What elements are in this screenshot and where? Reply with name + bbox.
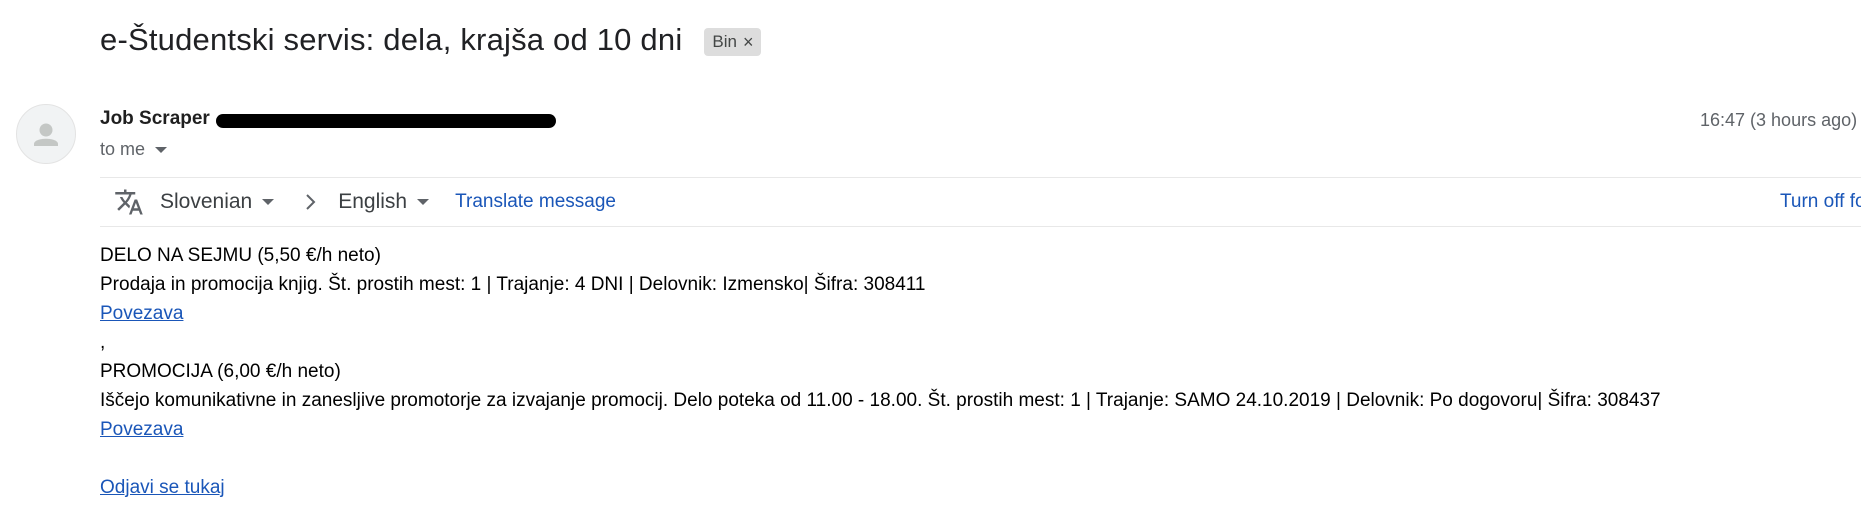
dropdown-caret-icon: [262, 199, 275, 205]
email-body: DELO NA SEJMU (5,50 €/h neto) Prodaja in…: [100, 241, 1661, 502]
person-avatar-icon: [34, 123, 58, 146]
timestamp: 16:47 (3 hours ago): [1700, 110, 1858, 130]
label-chip-bin[interactable]: Bin ×: [704, 28, 761, 56]
recipient-details-dropdown-icon[interactable]: [155, 146, 168, 153]
job2-details: Iščejo komunikativne in zanesljive promo…: [100, 390, 1661, 411]
job2-link[interactable]: Povezava: [100, 419, 183, 440]
target-language-select[interactable]: English: [338, 190, 430, 214]
translate-bar: Slovenian English Translate message Turn…: [100, 177, 1861, 227]
recipient-label: to me: [100, 139, 146, 159]
unsubscribe-link[interactable]: Odjavi se tukaj: [100, 477, 225, 498]
source-language-select[interactable]: Slovenian: [160, 190, 275, 214]
body-spacer: [100, 444, 1661, 473]
recipient-row: to me: [100, 139, 168, 160]
subject-row: e-Študentski servis: dela, krajša od 10 …: [100, 22, 761, 58]
label-chip-text: Bin: [712, 32, 737, 51]
target-language-label: English: [338, 190, 408, 213]
job1-details: Prodaja in promocija knjig. Št. prostih …: [100, 274, 926, 295]
job1-title: DELO NA SEJMU (5,50 €/h neto): [100, 245, 381, 266]
close-icon[interactable]: ×: [743, 31, 754, 53]
email-subject: e-Študentski servis: dela, krajša od 10 …: [100, 22, 683, 57]
translate-icon: [115, 189, 143, 215]
translate-message-link[interactable]: Translate message: [455, 191, 616, 213]
dropdown-caret-icon: [417, 199, 430, 205]
source-language-label: Slovenian: [160, 190, 253, 213]
job-separator: ,: [100, 332, 106, 353]
sender-row: Job Scraper: [100, 108, 556, 130]
avatar[interactable]: [16, 104, 76, 164]
turn-off-translation-link[interactable]: Turn off fo: [1780, 191, 1861, 213]
email-view: e-Študentski servis: dela, krajša od 10 …: [0, 0, 1861, 514]
job2-title: PROMOCIJA (6,00 €/h neto): [100, 361, 341, 382]
sender-email-redacted: [215, 114, 556, 128]
chevron-right-icon: [306, 194, 316, 210]
job1-link[interactable]: Povezava: [100, 303, 183, 324]
sender-name[interactable]: Job Scraper: [100, 108, 210, 130]
